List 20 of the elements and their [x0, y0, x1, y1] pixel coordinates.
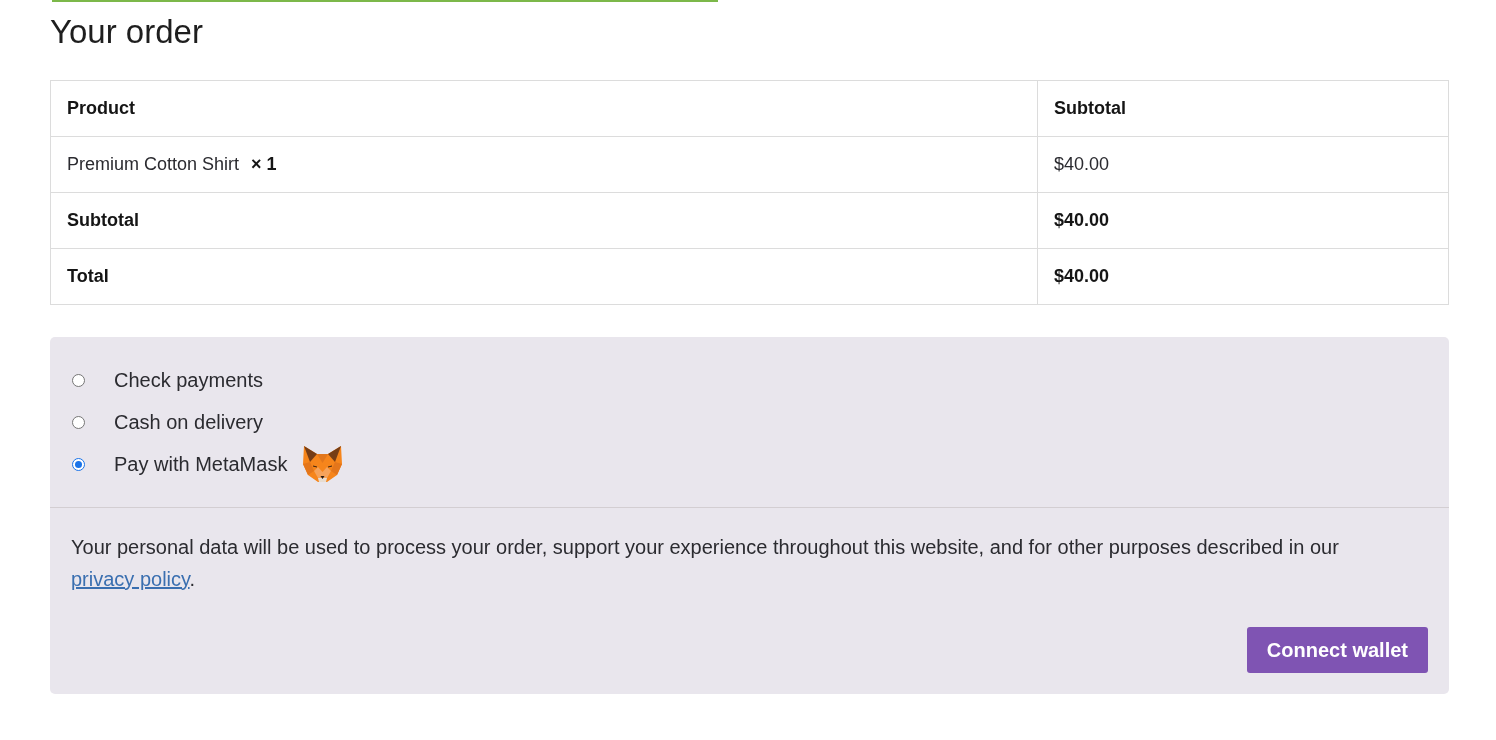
radio-button[interactable] [72, 415, 85, 429]
table-header-cell: Subtotal [1037, 80, 1449, 137]
product-name: Premium Cotton Shirt [67, 154, 240, 174]
payment-method-label[interactable]: Cash on delivery [114, 407, 263, 437]
table-header-cell: Product [50, 80, 1038, 137]
table-cell: Subtotal [50, 192, 1038, 249]
table-cell: $40.00 [1037, 248, 1449, 305]
payment-method-label[interactable]: Check payments [114, 365, 263, 395]
payment-method-label[interactable]: Pay with MetaMask [114, 449, 288, 479]
connect-wallet-button[interactable]: Connect wallet [1246, 627, 1428, 673]
table-cell: $40.00 [1037, 192, 1449, 249]
quantity-label: × 1 [251, 154, 277, 174]
table-cell: Total [50, 248, 1038, 305]
table-cell: $40.00 [1037, 136, 1449, 193]
fox-icon [302, 445, 344, 483]
radio-button[interactable] [72, 457, 85, 471]
privacy-policy-link[interactable]: privacy policy [71, 568, 190, 590]
privacy-notice: Your personal data will be used to process your order, support your experience throughout this website, and for other purposes described in our privacy policy. [71, 535, 1340, 592]
section-heading: Your order [50, 12, 203, 52]
radio-button[interactable] [72, 373, 85, 387]
